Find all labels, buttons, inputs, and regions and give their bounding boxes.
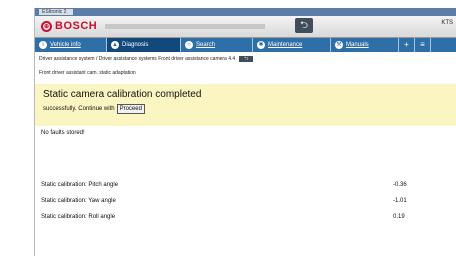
fault-status: No faults stored! [41,130,85,136]
window-tab[interactable]: ESItronic 2 [39,9,73,15]
tab-diagnosis[interactable]: ▲ Diagnosis [107,38,181,52]
banner-title: Static camera calibration completed [43,89,202,100]
calibration-label: Static calibration: Pitch angle [41,182,119,188]
calibration-label: Static calibration: Roll angle [41,214,116,220]
tab-label: Maintenance [268,42,303,48]
tab-label: Diagnosis [122,42,149,48]
back-arrow-icon: ⮌ [299,20,308,31]
car-icon: ▲ [111,41,119,49]
back-button[interactable]: ⮌ [295,18,313,33]
main-nav: i Vehicle info ▲ Diagnosis ○ Search ✱ Ma… [35,38,456,52]
status-banner: Static camera calibration completed succ… [35,84,456,126]
banner-message: successfully. Continue with Proceed [43,104,145,114]
calibration-label: Static calibration: Yaw angle [41,198,116,204]
search-icon: ○ [185,41,193,49]
info-icon: i [39,41,47,49]
tab-label: Vehicle info [50,42,81,48]
calibration-value: -1.01 [393,198,407,204]
tab-label: Search [196,42,216,48]
function-title: Front driver assistant cam. static adapt… [39,70,136,76]
calibration-row: Static calibration: Pitch angle -0.36 [41,182,451,198]
wrench-icon: ⚒ [335,41,343,49]
tab-manuals[interactable]: ⚒ Manuals [331,38,399,52]
calibration-row: Static calibration: Yaw angle -1.01 [41,198,451,214]
title-bar: ESItronic 2 [35,8,456,16]
proceed-button[interactable]: Proceed [116,104,145,114]
calibration-value: -0.36 [393,182,407,188]
menu-button[interactable]: ≡ [415,38,431,52]
breadcrumb-back-button[interactable]: ⮌ [239,56,254,62]
breadcrumb: Driver assistance system / Driver assist… [39,56,254,62]
app-window: ESItronic 2 ⊕ BOSCH ⮌ KTS i Vehicle info… [34,8,456,256]
brand-name: BOSCH [55,20,98,32]
breadcrumb-text: Driver assistance system / Driver assist… [39,56,236,62]
bosch-mark-icon: ⊕ [41,20,52,32]
calibration-value: 0.19 [393,214,405,220]
calibration-row: Static calibration: Roll angle 0.19 [41,214,451,230]
tab-search[interactable]: ○ Search [181,38,253,52]
banner-message-text: successfully. Continue with [43,106,115,112]
header-bar: ⊕ BOSCH ⮌ KTS [35,16,456,38]
device-label: KTS [441,20,453,26]
add-button[interactable]: + [399,38,415,52]
header-info [105,24,265,29]
calibration-results: Static calibration: Pitch angle -0.36 St… [41,182,451,230]
tab-maintenance[interactable]: ✱ Maintenance [253,38,331,52]
bosch-logo: ⊕ BOSCH [41,20,97,32]
tab-vehicle-info[interactable]: i Vehicle info [35,38,107,52]
maintenance-icon: ✱ [257,41,265,49]
tab-label: Manuals [346,42,369,48]
